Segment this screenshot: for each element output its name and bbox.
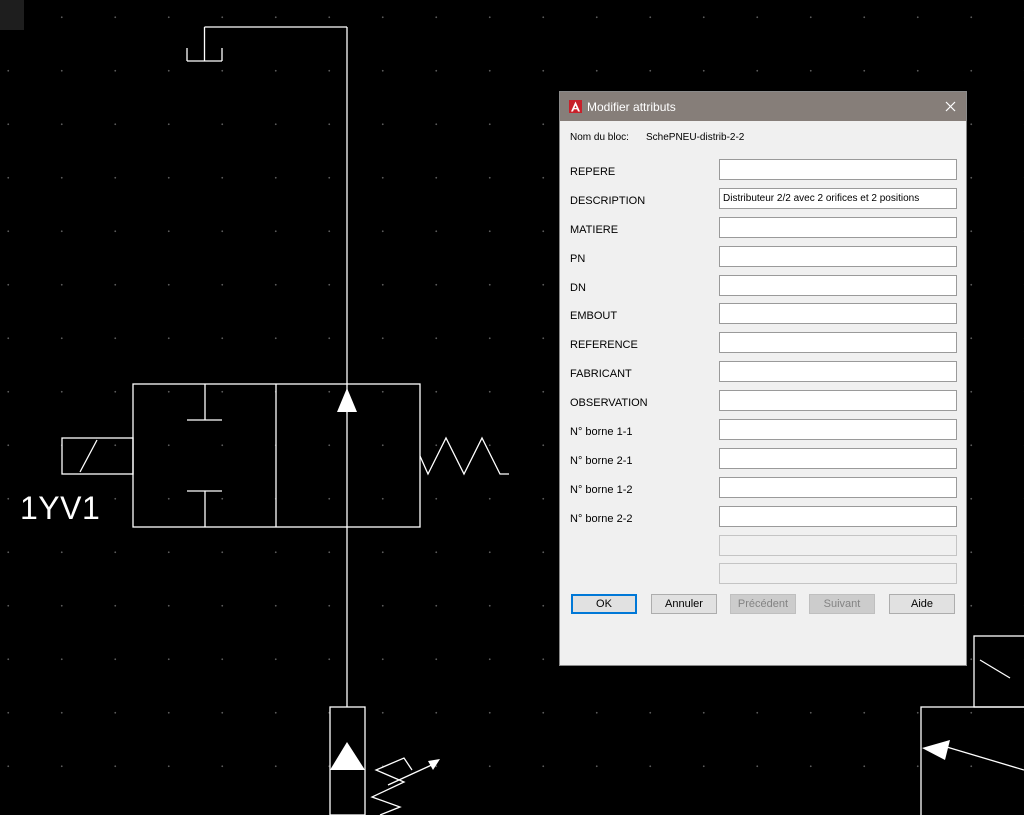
close-icon bbox=[945, 101, 955, 112]
attribute-row: DN bbox=[560, 274, 966, 304]
attribute-label: REPERE bbox=[570, 166, 616, 178]
help-button[interactable]: Aide bbox=[889, 594, 955, 614]
attribute-value-input[interactable] bbox=[719, 563, 957, 585]
attribute-value-input[interactable] bbox=[719, 361, 957, 383]
attribute-label: N° borne 2-2 bbox=[570, 512, 633, 525]
attribute-value-input[interactable] bbox=[719, 534, 957, 556]
attribute-value-input[interactable] bbox=[719, 303, 957, 325]
attribute-value-input[interactable] bbox=[719, 187, 957, 209]
attribute-label: N° borne 2-1 bbox=[570, 454, 633, 467]
attribute-row: EMBOUT bbox=[560, 303, 966, 332]
attribute-value-input[interactable] bbox=[719, 476, 957, 498]
attribute-row: REPERE bbox=[560, 159, 966, 188]
attribute-value-input[interactable] bbox=[719, 447, 957, 469]
attribute-fields: REPERE DESCRIPTION MATIERE PN DN EMBOUT REFERE… bbox=[560, 159, 966, 592]
autocad-logo-icon bbox=[569, 100, 582, 113]
attribute-value-input[interactable] bbox=[719, 274, 957, 296]
attribute-row: MATIERE bbox=[560, 216, 966, 246]
attribute-value-input[interactable] bbox=[719, 505, 957, 527]
attribute-value-input[interactable] bbox=[719, 245, 957, 267]
attribute-label: DN bbox=[570, 281, 586, 294]
component-tag-label: 1YV1 bbox=[20, 490, 101, 526]
next-button[interactable]: Suivant bbox=[809, 594, 875, 614]
attribute-row bbox=[560, 563, 966, 592]
attribute-row: FABRICANT bbox=[560, 361, 966, 390]
attribute-label: PN bbox=[570, 252, 586, 265]
attribute-row: N° borne 2-1 bbox=[560, 447, 966, 477]
attribute-row bbox=[560, 534, 966, 564]
block-name-value: SchePNEU-distrib-2-2 bbox=[646, 132, 745, 143]
valve-2-2-symbol bbox=[132, 383, 421, 528]
attribute-label: N° borne 1-1 bbox=[570, 426, 633, 439]
attribute-label: OBSERVATION bbox=[570, 397, 648, 410]
modify-attributes-dialog: Modifier attributs Nom du bloc: SchePNEU… bbox=[559, 91, 967, 666]
attribute-row: N° borne 1-1 bbox=[560, 419, 966, 448]
block-name-row: Nom du bloc: SchePNEU-distrib-2-2 bbox=[570, 132, 744, 143]
pressure-valve-symbol bbox=[329, 706, 440, 815]
dialog-buttons: OK Annuler Précédent Suivant Aide bbox=[560, 594, 966, 614]
attribute-row: OBSERVATION bbox=[560, 390, 966, 419]
attribute-row: N° borne 1-2 bbox=[560, 476, 966, 506]
close-button[interactable] bbox=[934, 92, 966, 121]
block-name-label: Nom du bloc: bbox=[570, 132, 629, 143]
attribute-row: N° borne 2-2 bbox=[560, 505, 966, 535]
attribute-value-input[interactable] bbox=[719, 332, 957, 354]
attribute-label: N° borne 1-2 bbox=[570, 483, 633, 496]
pipe-line bbox=[204, 26, 348, 707]
attribute-label: EMBOUT bbox=[570, 310, 618, 323]
attribute-value-input[interactable] bbox=[719, 216, 957, 238]
attribute-value-input[interactable] bbox=[719, 419, 957, 441]
attribute-label: MATIERE bbox=[570, 223, 619, 236]
solenoid-actuator bbox=[61, 437, 134, 475]
attribute-row: DESCRIPTION bbox=[560, 187, 966, 217]
dialog-title: Modifier attributs bbox=[587, 99, 676, 114]
attribute-label: FABRICANT bbox=[570, 368, 632, 381]
dialog-titlebar[interactable]: Modifier attributs bbox=[560, 92, 966, 121]
ok-button[interactable]: OK bbox=[571, 594, 637, 614]
previous-button[interactable]: Précédent bbox=[730, 594, 796, 614]
attribute-label: REFERENCE bbox=[570, 339, 638, 352]
attribute-value-input[interactable] bbox=[719, 390, 957, 412]
attribute-row: PN bbox=[560, 245, 966, 275]
spring-symbol bbox=[419, 436, 509, 476]
tank-symbol bbox=[186, 27, 223, 62]
cancel-button[interactable]: Annuler bbox=[651, 594, 717, 614]
attribute-value-input[interactable] bbox=[719, 159, 957, 180]
attribute-row: REFERENCE bbox=[560, 332, 966, 361]
attribute-label: DESCRIPTION bbox=[570, 194, 646, 207]
